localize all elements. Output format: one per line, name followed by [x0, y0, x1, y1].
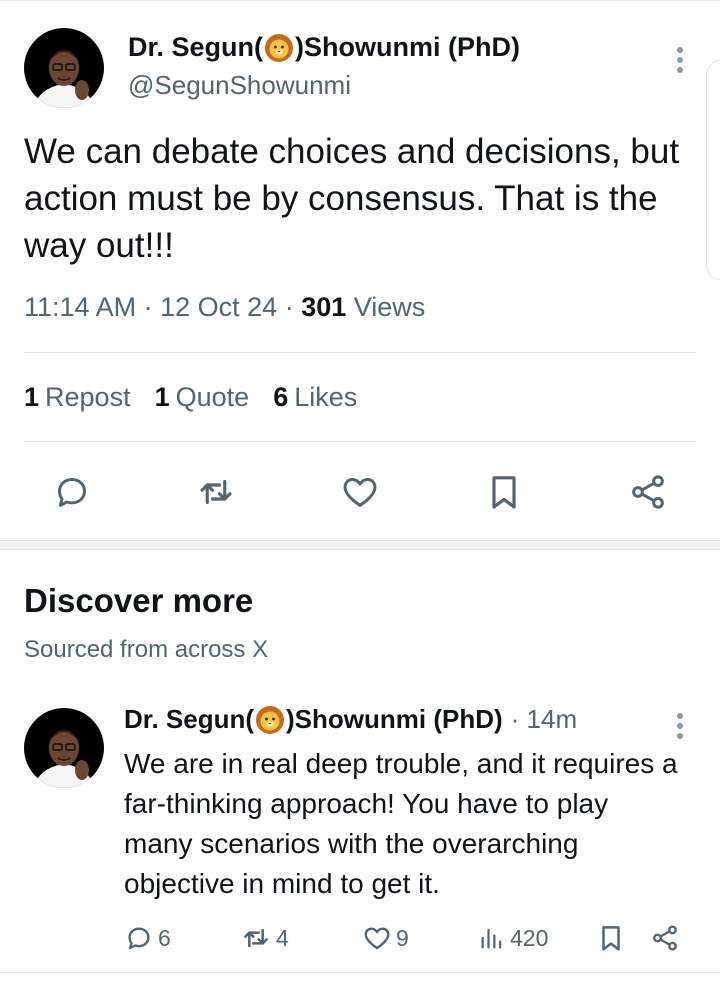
author-avatar[interactable] — [24, 28, 104, 108]
tweet-meta: 11:14 AM · 12 Oct 24 · 301 Views — [24, 292, 425, 323]
reply-count: 6 — [158, 924, 171, 951]
reply-icon[interactable] — [50, 470, 94, 514]
reposts-label: Repost — [45, 382, 131, 412]
views-button[interactable]: 420 — [478, 920, 548, 956]
quotes-stat[interactable]: 1 Quote — [155, 382, 250, 413]
bar-chart-icon — [478, 924, 506, 952]
more-options-icon[interactable] — [670, 40, 690, 80]
tweet-text: We can debate choices and decisions, but… — [24, 132, 680, 265]
related-author-row[interactable]: Dr. Segun( )Showunmi (PhD) · 14m — [124, 704, 577, 735]
related-post-text: We are in real deep trouble, and it requ… — [124, 748, 678, 899]
author-handle[interactable]: @SegunShowunmi — [128, 70, 351, 101]
bookmark-icon — [596, 923, 626, 953]
lion-emoji-icon — [255, 705, 285, 735]
discover-title: Discover more — [24, 582, 254, 619]
retweet-count: 4 — [276, 924, 289, 951]
section-separator — [0, 540, 720, 550]
top-divider — [0, 0, 720, 4]
more-options-icon[interactable] — [670, 706, 690, 746]
views-count: 420 — [510, 924, 549, 951]
quotes-label: Quote — [175, 382, 250, 412]
like-button[interactable]: 9 — [362, 920, 409, 956]
retweet-button[interactable]: 4 — [240, 920, 289, 956]
bottom-divider — [0, 972, 720, 973]
bookmark-icon[interactable] — [482, 470, 526, 514]
likes-stat[interactable]: 6 Likes — [273, 382, 357, 413]
tweet-action-bar — [0, 470, 720, 514]
likes-label: Likes — [294, 382, 358, 412]
retweet-icon — [240, 922, 272, 954]
reposts-stat[interactable]: 1 Repost — [24, 382, 131, 413]
views-count: 301 — [301, 292, 347, 322]
views-label: Views — [353, 292, 426, 322]
engagement-stats: 1 Repost 1 Quote 6 Likes — [24, 382, 381, 413]
share-icon — [650, 923, 680, 953]
quotes-count: 1 — [154, 382, 170, 412]
avatar-photo — [24, 708, 104, 788]
divider — [24, 441, 696, 442]
related-author-name-prefix: Dr. Segun( — [124, 704, 255, 734]
like-count: 9 — [396, 924, 409, 951]
tweet-date[interactable]: 12 Oct 24 — [160, 292, 277, 322]
tweet-time[interactable]: 11:14 AM — [24, 292, 136, 322]
heart-icon[interactable] — [338, 470, 382, 514]
divider — [24, 352, 696, 353]
discover-subtitle: Sourced from across X — [24, 636, 269, 663]
retweet-icon[interactable] — [194, 470, 238, 514]
related-author-avatar[interactable] — [24, 708, 104, 788]
share-button[interactable] — [650, 920, 680, 956]
scroll-edge — [706, 60, 720, 280]
author-name[interactable]: Dr. Segun( )Showunmi (PhD) — [128, 32, 520, 63]
related-post-actions: 6 4 9 420 — [0, 920, 720, 956]
related-author-name-suffix: )Showunmi (PhD) — [286, 704, 503, 734]
lion-emoji-icon — [264, 33, 294, 63]
author-name-suffix: )Showunmi (PhD) — [295, 32, 520, 62]
bookmark-button[interactable] — [596, 920, 626, 956]
reposts-count: 1 — [24, 382, 40, 412]
reply-button[interactable]: 6 — [124, 920, 171, 956]
share-icon[interactable] — [626, 470, 670, 514]
related-post-time[interactable]: · 14m — [511, 704, 577, 735]
likes-count: 6 — [273, 382, 289, 412]
meta-separator: · — [284, 292, 302, 322]
meta-separator: · — [143, 292, 161, 322]
reply-icon — [124, 923, 154, 953]
author-name-prefix: Dr. Segun( — [128, 32, 264, 62]
avatar-photo — [24, 28, 104, 108]
heart-icon — [362, 923, 392, 953]
